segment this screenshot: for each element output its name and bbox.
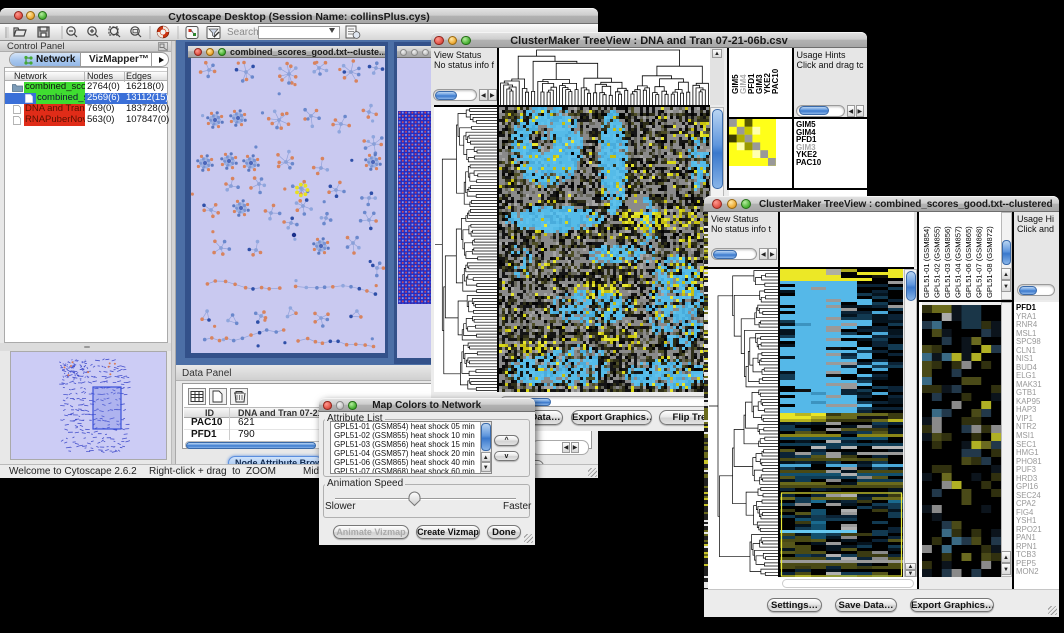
svg-text:PAC10: PAC10: [771, 68, 780, 94]
svg-text:GPL51-07 (GSM868): GPL51-07 (GSM868): [975, 226, 984, 298]
svg-text:GPL51-04 (GSM857): GPL51-04 (GSM857): [954, 226, 963, 298]
svg-text:GPL51-08 (GSM872): GPL51-08 (GSM872): [985, 226, 994, 298]
svg-text:GPL51-01 (GSM854): GPL51-01 (GSM854): [922, 226, 931, 298]
svg-text:GPL51-06 (GSM865): GPL51-06 (GSM865): [964, 226, 973, 298]
svg-text:GPL51-03 (GSM856): GPL51-03 (GSM856): [943, 226, 952, 298]
svg-text:GPL51-02 (GSM855): GPL51-02 (GSM855): [933, 226, 942, 298]
